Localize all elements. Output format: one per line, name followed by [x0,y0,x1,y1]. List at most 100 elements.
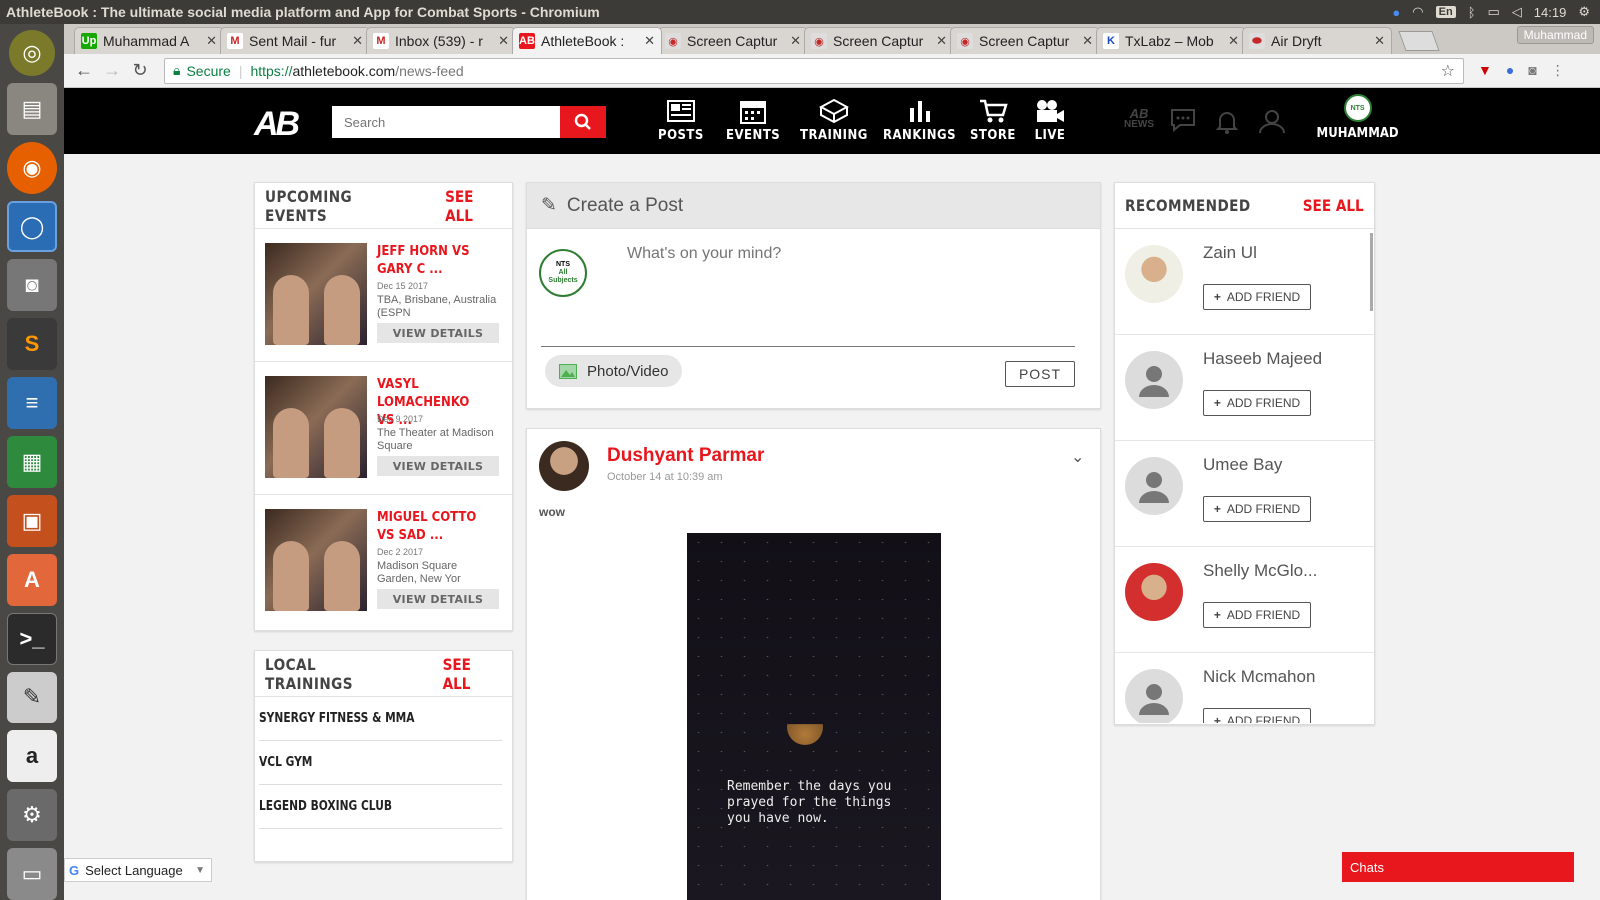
tab-close-icon[interactable]: ✕ [1082,33,1093,49]
chromium-icon[interactable]: ◯ [7,200,57,253]
browser-tab[interactable]: K TxLabz – Mob ✕ [1096,27,1246,54]
athletebook-logo[interactable]: AB [254,105,300,144]
notifications-bell-icon[interactable] [1214,108,1240,139]
messages-icon[interactable] [1170,108,1196,137]
text-editor-icon[interactable]: ✎ [7,671,57,724]
nav-events[interactable]: EVENTS [726,96,780,143]
extension-camera-icon[interactable]: ◙ [1528,62,1536,79]
post-author-avatar[interactable] [539,441,589,491]
terminal-icon[interactable]: >_ [7,612,57,665]
profile-button[interactable]: Muhammad [1516,26,1594,44]
camera-icon[interactable]: ◙ [7,259,57,312]
browser-tab[interactable]: M Sent Mail - fur ✕ [220,27,370,54]
nav-live[interactable]: LIVE [1034,96,1066,143]
recommended-scrollbar[interactable] [1370,233,1373,311]
tab-close-icon[interactable]: ✕ [1374,33,1385,49]
tab-close-icon[interactable]: ✕ [206,33,217,49]
tab-close-icon[interactable]: ✕ [498,33,509,49]
user-avatar[interactable] [1125,457,1183,515]
events-see-all-link[interactable]: SEE ALL [445,187,502,225]
sublime-icon[interactable]: S [7,318,57,371]
impress-icon[interactable]: ▣ [7,494,57,547]
browser-tab[interactable]: ◉ Screen Captur ✕ [950,27,1100,54]
nav-store[interactable]: STORE [970,96,1016,143]
browser-tab[interactable]: ◉ Screen Captur ✕ [658,27,808,54]
browser-tab[interactable]: M Inbox (539) - r ✕ [366,27,516,54]
chats-bar[interactable]: Chats [1342,852,1574,882]
settings-gear-icon[interactable]: ⚙ [1578,4,1590,20]
tab-close-icon[interactable]: ✕ [1228,33,1239,49]
user-profile-menu[interactable]: NTS MUHAMMAD [1312,94,1403,141]
files-icon[interactable]: ▤ [7,82,57,135]
user-avatar[interactable] [1125,669,1183,723]
event-title[interactable]: JEFF HORN VS GARY C ... [377,243,490,279]
clock[interactable]: 14:19 [1534,5,1567,20]
select-language-widget[interactable]: G Select Language ▼ [64,858,212,882]
event-thumbnail[interactable] [265,376,367,478]
training-item[interactable]: LEGEND BOXING CLUB [259,785,502,829]
recommended-user-name[interactable]: Haseeb Majeed [1203,349,1322,369]
nav-training[interactable]: TRAINING [800,96,868,143]
software-center-icon[interactable]: A [7,553,57,606]
search-input[interactable] [332,106,560,138]
add-friend-button[interactable]: + ADD FRIEND [1203,390,1311,416]
post-timestamp[interactable]: October 14 at 10:39 am [607,471,723,483]
battery-icon[interactable]: ▭ [1488,4,1500,20]
amazon-icon[interactable]: a [7,730,57,783]
drive-icon[interactable]: ▭ [7,848,57,900]
photo-video-button[interactable]: Photo/Video [545,355,683,387]
browser-tab[interactable]: AB AthleteBook : ✕ [512,27,662,54]
lock-icon[interactable]: 🔒︎ [173,62,180,79]
bluetooth-icon[interactable]: ᛒ [1468,5,1476,20]
wifi-icon[interactable]: ◠ [1412,4,1423,20]
chrome-indicator-icon[interactable]: ● [1392,5,1400,20]
trainings-see-all-link[interactable]: SEE ALL [442,655,502,693]
bookmark-star-icon[interactable]: ☆ [1441,61,1455,81]
calc-icon[interactable]: ▦ [7,436,57,488]
friend-requests-icon[interactable] [1256,108,1288,139]
add-friend-button[interactable]: + ADD FRIEND [1203,496,1311,522]
system-settings-icon[interactable]: ⚙ [7,789,57,842]
event-title[interactable]: MIGUEL COTTO VS SAD ... [377,509,490,545]
recommended-user-name[interactable]: Shelly McGlo... [1203,561,1317,581]
recommended-user-name[interactable]: Umee Bay [1203,455,1282,475]
post-author-name[interactable]: Dushyant Parmar [607,445,764,467]
recommended-see-all-link[interactable]: SEE ALL [1303,196,1364,215]
browser-tab[interactable]: ⬬ Air Dryft ✕ [1242,27,1392,54]
ubuntu-dash-icon[interactable]: ◎ [9,30,55,76]
nav-rankings[interactable]: RANKINGS [883,96,956,143]
back-icon[interactable]: ← [70,60,98,81]
browser-tab[interactable]: ◉ Screen Captur ✕ [804,27,954,54]
reload-icon[interactable]: ↻ [126,60,154,81]
view-details-button[interactable]: VIEW DETAILS [377,456,499,476]
user-avatar[interactable] [1125,563,1183,621]
tab-close-icon[interactable]: ✕ [352,33,363,49]
volume-icon[interactable]: ◁ [1512,4,1522,20]
recommended-user-name[interactable]: Zain Ul [1203,243,1257,263]
extension-mic-icon[interactable]: ● [1506,62,1514,79]
event-thumbnail[interactable] [265,243,367,345]
extension-shield-icon[interactable]: ▼ [1478,62,1492,79]
recommended-list[interactable]: Zain Ul + ADD FRIEND Haseeb Majeed + ADD F… [1115,229,1374,723]
recommended-user-name[interactable]: Nick Mcmahon [1203,667,1315,687]
keyboard-layout-indicator[interactable]: En [1435,6,1456,18]
tab-close-icon[interactable]: ✕ [790,33,801,49]
user-avatar[interactable] [1125,351,1183,409]
browser-tab[interactable]: Up Muhammad A ✕ [74,27,224,54]
nav-posts[interactable]: POSTS [658,96,704,143]
post-options-chevron-down-icon[interactable]: ⌄ [1071,447,1084,467]
post-button[interactable]: POST [1005,361,1075,387]
news-icon[interactable]: AB NEWS [1124,107,1154,130]
training-item[interactable]: SYNERGY FITNESS & MMA [259,697,502,741]
view-details-button[interactable]: VIEW DETAILS [377,589,499,609]
new-tab-button[interactable] [1398,31,1440,51]
writer-icon[interactable]: ≡ [7,377,57,430]
post-composer-input[interactable] [627,245,1067,335]
tab-close-icon[interactable]: ✕ [936,33,947,49]
add-friend-button[interactable]: + ADD FRIEND [1203,708,1311,723]
post-image[interactable]: Remember the days you prayed for the thi… [687,533,941,900]
forward-icon[interactable]: → [98,60,126,81]
event-thumbnail[interactable] [265,509,367,611]
address-bar[interactable]: 🔒︎ Secure | https:// athletebook.com /ne… [164,57,1464,84]
tab-close-icon[interactable]: ✕ [644,33,655,49]
